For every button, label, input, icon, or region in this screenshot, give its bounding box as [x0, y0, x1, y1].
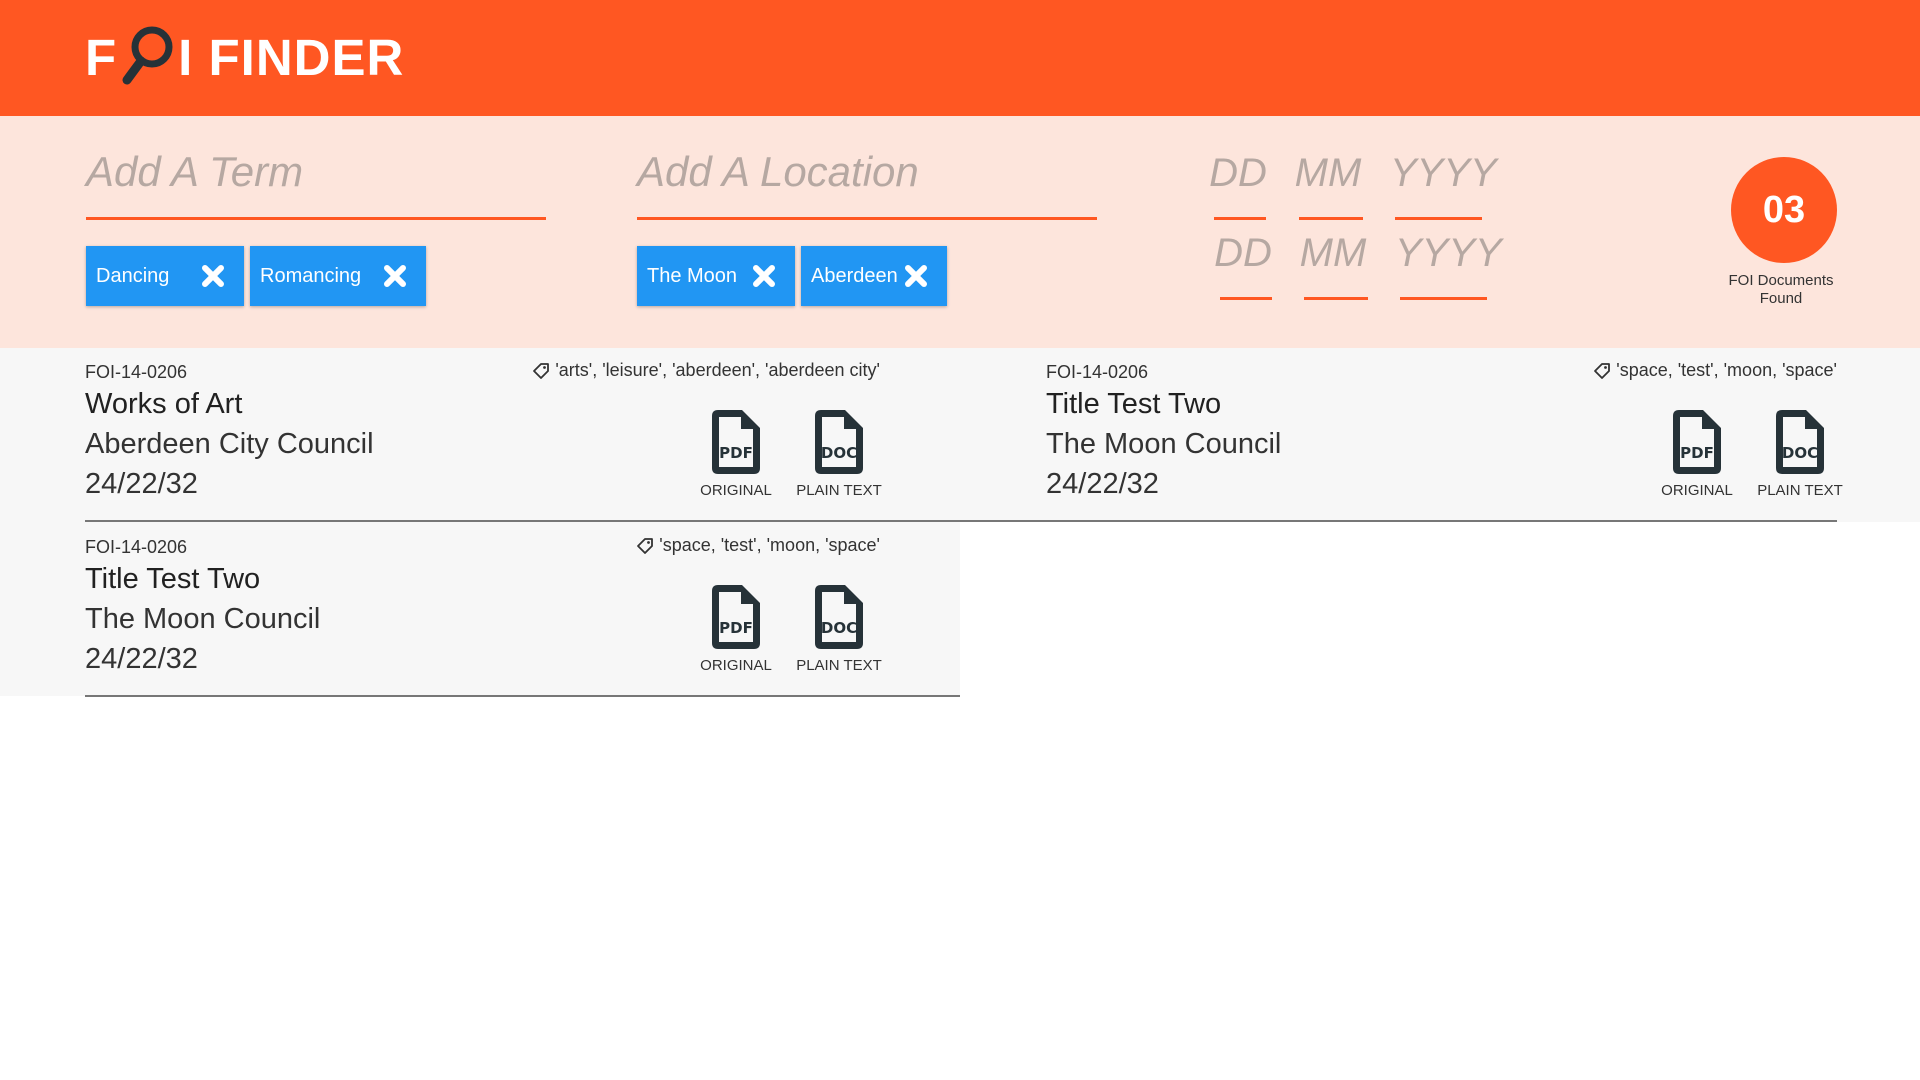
- close-icon[interactable]: [903, 263, 929, 289]
- date-to-year-placeholder: YYYY: [1395, 231, 1502, 275]
- tag-icon: [1594, 362, 1611, 379]
- download-original-label: ORIGINAL: [1661, 482, 1733, 499]
- download-plain-text-label: PLAIN TEXT: [1757, 482, 1843, 499]
- pdf-file-icon: PDF: [712, 410, 760, 474]
- term-chip-dancing[interactable]: Dancing: [86, 246, 244, 306]
- close-icon[interactable]: [382, 263, 408, 289]
- results-count-label-line1: FOI Documents: [1728, 272, 1834, 289]
- date-to-day-input[interactable]: DD: [1213, 230, 1273, 276]
- download-original-button[interactable]: PDF ORIGINAL: [691, 408, 781, 499]
- close-icon[interactable]: [200, 263, 226, 289]
- result-council: The Moon Council: [1046, 428, 1282, 460]
- date-to-day-placeholder: DD: [1214, 231, 1272, 275]
- date-from-day-input[interactable]: DD: [1208, 150, 1268, 196]
- result-council: The Moon Council: [85, 603, 321, 635]
- date-from-year-input[interactable]: YYYY: [1390, 150, 1497, 196]
- date-from-day-underline: [1214, 217, 1266, 220]
- close-icon[interactable]: [751, 263, 777, 289]
- chip-label: Dancing: [96, 264, 170, 287]
- result-tags: 'arts', 'leisure', 'aberdeen', 'aberdeen…: [531, 360, 880, 381]
- date-to-year-input[interactable]: YYYY: [1395, 230, 1502, 276]
- tag-icon: [533, 362, 550, 379]
- download-original-button[interactable]: PDF ORIGINAL: [691, 583, 781, 674]
- result-id: FOI-14-0206: [85, 537, 188, 557]
- magnifier-icon: [122, 26, 173, 85]
- download-plain-text-button[interactable]: DOC PLAIN TEXT: [794, 408, 884, 499]
- term-input[interactable]: Add A Term: [86, 148, 303, 196]
- result-tags-text: 'space, 'test', 'moon, 'space': [659, 535, 880, 555]
- result-tags-text: 'space, 'test', 'moon, 'space': [1616, 360, 1837, 380]
- result-id: FOI-14-0206: [85, 362, 188, 382]
- download-plain-text-button[interactable]: DOC PLAIN TEXT: [1755, 408, 1845, 499]
- term-input-underline: [86, 217, 546, 220]
- result-date: 24/22/32: [85, 643, 198, 675]
- date-to-year-underline: [1400, 297, 1487, 300]
- date-to-month-input[interactable]: MM: [1297, 230, 1369, 276]
- pdf-icon-text: PDF: [719, 619, 753, 637]
- doc-file-icon: DOC: [815, 585, 863, 649]
- date-from-year-placeholder: YYYY: [1390, 151, 1497, 195]
- doc-icon-text: DOC: [821, 444, 857, 462]
- doc-file-icon: DOC: [815, 410, 863, 474]
- date-to-month-placeholder: MM: [1299, 231, 1367, 275]
- location-chip-aberdeen[interactable]: Aberdeen: [801, 246, 947, 306]
- logo-text-left: F: [85, 28, 118, 86]
- result-title[interactable]: Title Test Two: [1046, 388, 1221, 421]
- chip-label: Aberdeen: [811, 264, 898, 287]
- date-from-day-placeholder: DD: [1209, 151, 1267, 195]
- result-date: 24/22/32: [85, 468, 198, 500]
- result-tags: 'space, 'test', 'moon, 'space': [1592, 360, 1837, 381]
- result-tags: 'space, 'test', 'moon, 'space': [635, 535, 880, 556]
- pdf-icon-text: PDF: [1680, 444, 1714, 462]
- pdf-file-icon: PDF: [1673, 410, 1721, 474]
- result-council: Aberdeen City Council: [85, 428, 374, 460]
- download-plain-text-label: PLAIN TEXT: [796, 657, 882, 674]
- result-date: 24/22/32: [1046, 468, 1159, 500]
- term-placeholder: Add A Term: [86, 148, 304, 195]
- results-count-badge: 03: [1731, 157, 1837, 263]
- chip-label: Romancing: [260, 264, 362, 287]
- doc-icon-text: DOC: [821, 619, 857, 637]
- date-to-month-underline: [1304, 297, 1368, 300]
- date-from-month-placeholder: MM: [1294, 151, 1362, 195]
- date-from-month-underline: [1299, 217, 1363, 220]
- download-original-button[interactable]: PDF ORIGINAL: [1652, 408, 1742, 499]
- location-input-underline: [637, 217, 1097, 220]
- result-id: FOI-14-0206: [1046, 362, 1149, 382]
- result-tags-text: 'arts', 'leisure', 'aberdeen', 'aberdeen…: [555, 360, 880, 380]
- results-count-label: FOI Documents Found: [1716, 272, 1846, 308]
- download-plain-text-button[interactable]: DOC PLAIN TEXT: [794, 583, 884, 674]
- result-card[interactable]: FOI-14-0206 Title Test Two The Moon Coun…: [1046, 348, 1843, 522]
- download-original-label: ORIGINAL: [700, 482, 772, 499]
- logo-text-right: I FINDER: [178, 28, 405, 86]
- date-from-month-input[interactable]: MM: [1292, 150, 1364, 196]
- result-title[interactable]: Title Test Two: [85, 563, 260, 596]
- result-card[interactable]: FOI-14-0206 Works of Art Aberdeen City C…: [85, 348, 882, 522]
- chip-label: The Moon: [647, 264, 738, 287]
- date-from-year-underline: [1395, 217, 1482, 220]
- tag-icon: [637, 537, 654, 554]
- download-plain-text-label: PLAIN TEXT: [796, 482, 882, 499]
- term-chip-romancing[interactable]: Romancing: [250, 246, 426, 306]
- results-count-label-line2: Found: [1759, 290, 1803, 307]
- results-divider: [85, 695, 960, 697]
- result-title[interactable]: Works of Art: [85, 388, 242, 421]
- location-input[interactable]: Add A Location: [637, 148, 919, 196]
- pdf-file-icon: PDF: [712, 585, 760, 649]
- result-card[interactable]: FOI-14-0206 Title Test Two The Moon Coun…: [85, 523, 882, 697]
- location-placeholder: Add A Location: [637, 148, 919, 195]
- app-header: F I FINDER: [0, 0, 1920, 116]
- app-logo[interactable]: F I FINDER: [85, 24, 404, 90]
- results-divider: [85, 520, 1837, 522]
- pdf-icon-text: PDF: [719, 444, 753, 462]
- doc-file-icon: DOC: [1776, 410, 1824, 474]
- location-chip-the-moon[interactable]: The Moon: [637, 246, 795, 306]
- download-original-label: ORIGINAL: [700, 657, 772, 674]
- doc-icon-text: DOC: [1782, 444, 1818, 462]
- date-to-day-underline: [1220, 297, 1272, 300]
- results-count-value: 03: [1762, 188, 1806, 231]
